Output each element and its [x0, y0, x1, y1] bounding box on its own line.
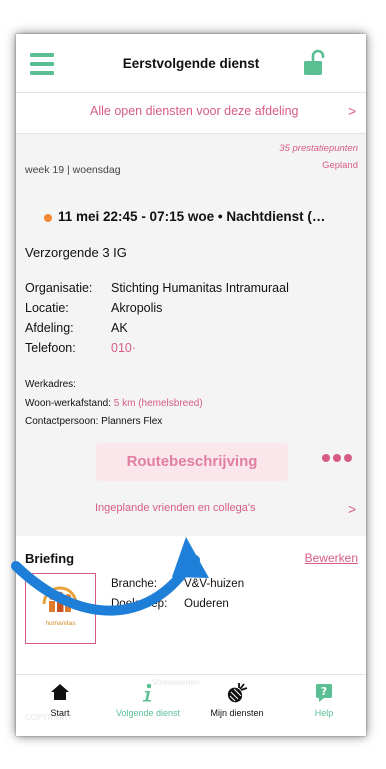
- briefing-title: Briefing: [25, 551, 75, 566]
- detail-value: AK: [111, 321, 128, 335]
- contact-value: Planners Flex: [101, 416, 163, 427]
- tab-label: Help: [314, 708, 334, 718]
- shift-title: 11 mei 22:45 - 07:15 woe • Nachtdienst (…: [44, 209, 325, 224]
- chevron-right-icon: >: [348, 103, 357, 119]
- organisation-logo: humanitas: [25, 573, 96, 644]
- tab-label: Start: [50, 708, 70, 718]
- work-address-label: Werkadres:: [25, 379, 76, 390]
- shift-card: 35 prestatiepunten Gepland week 19 | woe…: [16, 134, 366, 554]
- detail-value: Stichting Humanitas Intramuraal: [111, 281, 289, 295]
- info-icon: [143, 683, 152, 702]
- shift-role: Verzorgende 3 IG: [25, 245, 127, 260]
- detail-label: Organisatie:: [25, 281, 93, 295]
- pineapple-icon: [227, 683, 248, 703]
- week-day: week 19 | woensdag: [25, 164, 121, 176]
- detail-row-location: Locatie: Akropolis: [25, 301, 162, 315]
- more-options-icon[interactable]: [322, 454, 352, 464]
- contact-label: Contactpersoon:: [25, 416, 99, 427]
- briefing-label: Branche:: [111, 578, 158, 590]
- open-shifts-link[interactable]: Alle open diensten voor deze afdeling >: [16, 93, 366, 134]
- briefing-section: Briefing Bewerken humanitas Branche: V&V-…: [16, 536, 366, 696]
- edit-briefing-link[interactable]: Bewerken: [305, 551, 358, 565]
- performance-points: 35 prestatiepunten: [279, 143, 358, 154]
- app-header: Eerstvolgende dienst: [16, 34, 366, 93]
- detail-value: Akropolis: [111, 301, 163, 315]
- detail-row-phone: Telefoon: 010·: [25, 341, 136, 355]
- phone-link[interactable]: 010·: [111, 341, 136, 355]
- route-button[interactable]: Routebeschrijving: [96, 443, 288, 481]
- briefing-value: Ouderen: [184, 598, 229, 610]
- briefing-row-target-group: Doelgroep: Ouderen: [111, 598, 229, 610]
- humanitas-logo-icon: [42, 586, 78, 612]
- tab-label: Volgende dienst: [115, 708, 181, 718]
- tab-start[interactable]: Start: [20, 675, 100, 736]
- commute-distance-link[interactable]: 5 km (hemelsbreed): [114, 398, 203, 409]
- commute-label: Woon-werkafstand:: [25, 398, 111, 409]
- friends-colleagues-link[interactable]: Ingeplande vrienden en collega's: [95, 502, 256, 514]
- detail-label: Locatie:: [25, 301, 69, 315]
- status-badge: Gepland: [322, 160, 358, 171]
- detail-label: Afdeling:: [25, 321, 74, 335]
- tab-next-shift[interactable]: Volgende dienst: [108, 675, 188, 736]
- detail-row-organisation: Organisatie: Stichting Humanitas Intramur…: [25, 281, 289, 295]
- commute-row: Woon-werkafstand: 5 km (hemelsbreed): [25, 398, 203, 409]
- contact-row: Contactpersoon: Planners Flex: [25, 416, 162, 427]
- tab-label: Mijn diensten: [210, 708, 264, 718]
- open-shifts-label: Alle open diensten voor deze afdeling: [90, 104, 299, 118]
- unlocked-lock-icon[interactable]: [302, 49, 330, 77]
- chevron-right-icon: >: [348, 501, 357, 517]
- tab-my-shifts[interactable]: Mijn diensten: [197, 675, 277, 736]
- logo-text: humanitas: [45, 620, 76, 627]
- detail-label: Telefoon:: [25, 341, 76, 355]
- detail-row-department: Afdeling: AK: [25, 321, 128, 335]
- tab-help[interactable]: ? Help: [284, 675, 364, 736]
- help-icon: ?: [316, 684, 332, 702]
- work-address-row: Werkadres:: [25, 379, 76, 390]
- shift-title-text: 11 mei 22:45 - 07:15 woe • Nachtdienst (…: [58, 209, 326, 224]
- briefing-label: Doelgroep:: [111, 598, 168, 610]
- app-frame: Eerstvolgende dienst Alle open diensten …: [16, 34, 366, 736]
- bottom-tab-bar: Voorwaarden COPYRIGHT Start Volgende die…: [16, 674, 366, 736]
- svg-text:?: ?: [321, 685, 327, 698]
- briefing-row-branch: Branche: V&V-huizen: [111, 578, 244, 590]
- briefing-value: V&V-huizen: [184, 578, 245, 590]
- home-icon: [51, 684, 69, 700]
